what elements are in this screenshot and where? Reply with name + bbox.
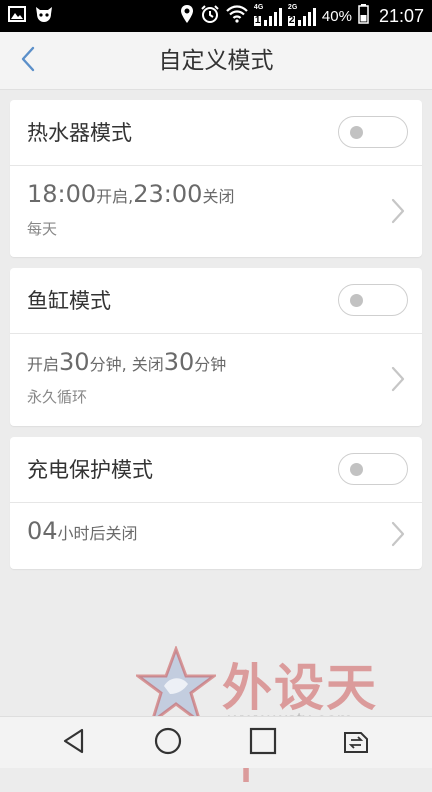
mode-card-header: 充电保护模式 — [10, 437, 422, 503]
switch-sim-icon — [341, 727, 375, 759]
back-triangle-icon — [60, 727, 88, 759]
gallery-icon — [8, 5, 26, 27]
battery-percent: 40% — [321, 7, 352, 25]
nav-back-button[interactable] — [54, 725, 94, 761]
timer-label: 小时后关闭 — [57, 524, 138, 543]
mode-card-water-heater: 热水器模式 18:00开启,23:00关闭 每天 — [10, 100, 422, 257]
nav-home-button[interactable] — [148, 725, 188, 761]
sim2-signal-icon: 2G 2 — [287, 4, 316, 26]
cycle-off-label: 分钟, 关闭 — [89, 355, 164, 374]
alarm-icon — [200, 4, 220, 29]
recents-square-icon — [249, 727, 277, 759]
mode-detail-row[interactable]: 04小时后关闭 — [10, 503, 422, 569]
status-bar: 4G 1 2G 2 40% 21:07 — [0, 0, 432, 32]
mode-card-charge-protection: 充电保护模式 04小时后关闭 — [10, 437, 422, 569]
timer-hours: 04 — [27, 517, 58, 545]
mode-toggle-switch[interactable] — [338, 284, 408, 316]
mode-toggle-switch[interactable] — [338, 116, 408, 148]
nav-recents-button[interactable] — [243, 725, 283, 761]
toggle-knob — [350, 126, 363, 139]
clock: 21:07 — [378, 5, 424, 26]
mode-title: 充电保护模式 — [27, 458, 153, 482]
mode-title: 鱼缸模式 — [27, 289, 111, 313]
sim1-signal-icon: 4G 1 — [253, 4, 282, 26]
mode-cycle-text: 开启30分钟, 关闭30分钟 — [27, 348, 226, 376]
page-title: 自定义模式 — [158, 48, 274, 74]
chevron-right-icon — [388, 196, 408, 226]
cycle-on-label: 开启 — [27, 355, 60, 374]
header: 自定义模式 — [0, 32, 432, 90]
sim2-network-type: 2G — [287, 4, 298, 11]
home-circle-icon — [153, 726, 183, 760]
mode-title: 热水器模式 — [27, 121, 132, 145]
schedule-end-time: 23:00 — [133, 180, 203, 208]
schedule-start-label: 开启, — [96, 187, 134, 206]
sim1-network-type: 4G — [253, 4, 264, 11]
cycle-off-minutes: 30 — [163, 348, 195, 376]
mode-toggle-switch[interactable] — [338, 453, 408, 485]
android-cat-icon — [34, 5, 54, 28]
chevron-right-icon — [388, 519, 408, 549]
mode-card-fish-tank: 鱼缸模式 开启30分钟, 关闭30分钟 永久循环 — [10, 268, 422, 426]
cycle-on-minutes: 30 — [59, 348, 90, 376]
chevron-right-icon — [388, 364, 408, 394]
cycle-unit-label: 分钟 — [194, 355, 227, 374]
mode-detail-row[interactable]: 开启30分钟, 关闭30分钟 永久循环 — [10, 334, 422, 426]
system-nav-bar — [0, 716, 432, 768]
mode-repeat-text: 永久循环 — [27, 388, 88, 406]
mode-card-header: 鱼缸模式 — [10, 268, 422, 334]
mode-repeat-text: 每天 — [27, 220, 58, 238]
location-icon — [180, 4, 194, 29]
schedule-start-time: 18:00 — [27, 180, 97, 208]
mode-detail-row[interactable]: 18:00开启,23:00关闭 每天 — [10, 166, 422, 257]
mode-timer-text: 04小时后关闭 — [27, 517, 138, 545]
sim2-number: 2 — [287, 15, 296, 26]
sim1-number: 1 — [253, 15, 262, 26]
nav-switch-sim-button[interactable] — [338, 725, 378, 761]
mode-card-header: 热水器模式 — [10, 100, 422, 166]
battery-icon — [358, 3, 369, 29]
toggle-knob — [350, 294, 363, 307]
mode-schedule-text: 18:00开启,23:00关闭 — [27, 180, 234, 208]
toggle-knob — [350, 463, 363, 476]
wifi-icon — [226, 4, 248, 28]
schedule-end-label: 关闭 — [202, 187, 235, 206]
